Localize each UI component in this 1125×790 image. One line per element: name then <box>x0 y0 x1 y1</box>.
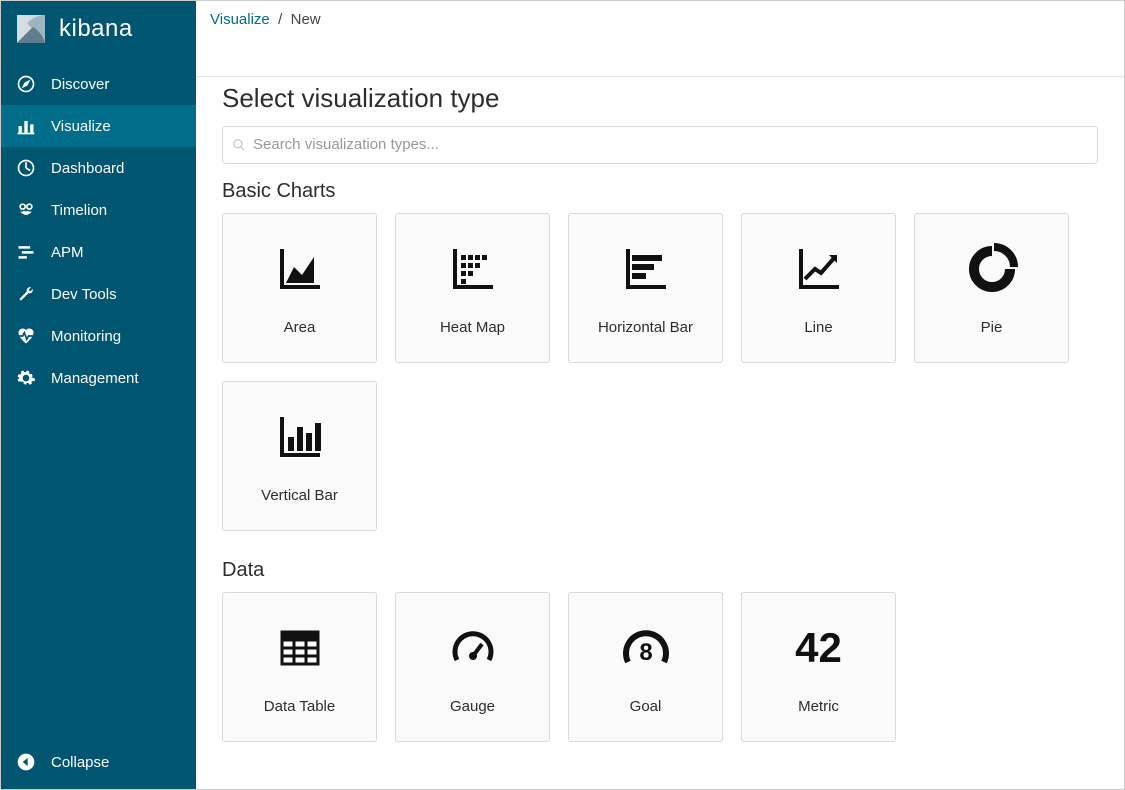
viz-label: Horizontal Bar <box>598 319 693 336</box>
sidebar-item-label: APM <box>51 244 84 261</box>
goal-icon: 8 <box>616 618 676 678</box>
sidebar-item-label: Management <box>51 370 139 387</box>
apm-icon <box>15 241 37 263</box>
breadcrumb-root[interactable]: Visualize <box>210 11 270 28</box>
sidebar-item-label: Dev Tools <box>51 286 117 303</box>
viz-card-vertical-bar[interactable]: Vertical Bar <box>222 381 377 531</box>
sidebar-item-monitoring[interactable]: Monitoring <box>1 315 196 357</box>
sidebar-item-apm[interactable]: APM <box>1 231 196 273</box>
sidebar-item-management[interactable]: Management <box>1 357 196 399</box>
compass-icon <box>15 73 37 95</box>
collapse-button[interactable]: Collapse <box>15 751 182 773</box>
viz-label: Pie <box>981 319 1003 336</box>
gear-icon <box>15 367 37 389</box>
horizontal-bar-icon <box>616 239 676 299</box>
kibana-logo-icon <box>15 13 47 45</box>
viz-card-heat-map[interactable]: Heat Map <box>395 213 550 363</box>
viz-card-line[interactable]: Line <box>741 213 896 363</box>
sidebar-item-label: Visualize <box>51 118 111 135</box>
sidebar-item-discover[interactable]: Discover <box>1 63 196 105</box>
viz-label: Line <box>804 319 832 336</box>
viz-card-goal[interactable]: 8 Goal <box>568 592 723 742</box>
viz-card-pie[interactable]: Pie <box>914 213 1069 363</box>
heatmap-icon <box>443 239 503 299</box>
viz-label: Metric <box>798 698 839 715</box>
viz-label: Area <box>284 319 316 336</box>
pie-chart-icon <box>962 239 1022 299</box>
bar-chart-icon <box>15 115 37 137</box>
brand-logo[interactable]: kibana <box>1 1 196 63</box>
sidebar-item-visualize[interactable]: Visualize <box>1 105 196 147</box>
viz-label: Vertical Bar <box>261 487 338 504</box>
viz-card-area[interactable]: Area <box>222 213 377 363</box>
dashboard-icon <box>15 157 37 179</box>
viz-label: Gauge <box>450 698 495 715</box>
search-input[interactable] <box>222 126 1098 164</box>
page-title: Select visualization type <box>222 83 1098 114</box>
viz-label: Heat Map <box>440 319 505 336</box>
heartbeat-icon <box>15 325 37 347</box>
main-panel: Visualize / New Select visualization typ… <box>196 1 1124 789</box>
breadcrumb-sep: / <box>274 11 291 28</box>
viz-label: Goal <box>630 698 662 715</box>
gauge-icon <box>443 618 503 678</box>
metric-icon: 42 <box>789 618 849 678</box>
sidebar-nav: Discover Visualize Dashboard Timelion AP… <box>1 63 196 741</box>
viz-card-metric[interactable]: 42 Metric <box>741 592 896 742</box>
sidebar-item-dashboard[interactable]: Dashboard <box>1 147 196 189</box>
sidebar-item-dev-tools[interactable]: Dev Tools <box>1 273 196 315</box>
sidebar-item-label: Discover <box>51 76 109 93</box>
wrench-icon <box>15 283 37 305</box>
vertical-bar-icon <box>270 407 330 467</box>
section-data: Data <box>222 559 1098 582</box>
data-table-icon <box>270 618 330 678</box>
viz-card-horizontal-bar[interactable]: Horizontal Bar <box>568 213 723 363</box>
sidebar-item-label: Dashboard <box>51 160 124 177</box>
breadcrumb: Visualize / New <box>196 1 1124 77</box>
viz-card-gauge[interactable]: Gauge <box>395 592 550 742</box>
collapse-icon <box>15 751 37 773</box>
search-icon <box>232 138 246 152</box>
brand-name: kibana <box>59 15 133 43</box>
section-basic-charts: Basic Charts <box>222 180 1098 203</box>
sidebar-item-label: Timelion <box>51 202 107 219</box>
line-chart-icon <box>789 239 849 299</box>
sidebar-item-timelion[interactable]: Timelion <box>1 189 196 231</box>
data-grid: Data Table Gauge 8 Goal 42 Metric <box>222 592 1098 742</box>
svg-text:8: 8 <box>639 639 652 666</box>
breadcrumb-current: New <box>291 11 321 28</box>
timelion-icon <box>15 199 37 221</box>
collapse-label: Collapse <box>51 754 109 771</box>
viz-card-data-table[interactable]: Data Table <box>222 592 377 742</box>
area-chart-icon <box>270 239 330 299</box>
basic-charts-grid: Area Heat Map Horizontal Bar <box>222 213 1098 531</box>
sidebar-item-label: Monitoring <box>51 328 121 345</box>
sidebar: kibana Discover Visualize Dashboard Time… <box>1 1 196 789</box>
viz-label: Data Table <box>264 698 335 715</box>
